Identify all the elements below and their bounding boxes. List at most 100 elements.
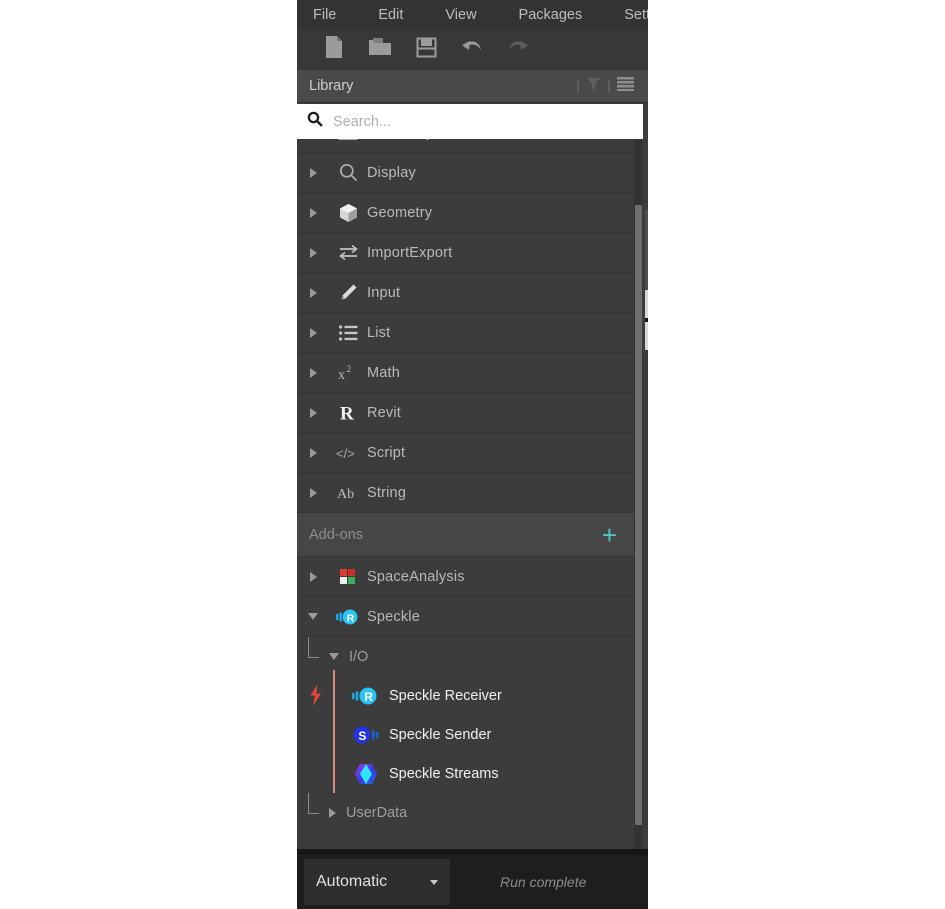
expand-arrow-icon[interactable] bbox=[297, 327, 329, 338]
expand-arrow-icon[interactable] bbox=[297, 487, 329, 498]
workspace-node-port-sliver bbox=[645, 318, 648, 322]
expand-arrow-icon[interactable] bbox=[297, 447, 329, 458]
library-category-label: Math bbox=[367, 364, 401, 381]
speckle-group-label: UserData bbox=[346, 804, 408, 821]
library-package-speckle[interactable]: R Speckle bbox=[297, 597, 637, 637]
script-icon: </> bbox=[329, 445, 367, 461]
library-package-label: Speckle bbox=[367, 608, 420, 625]
addons-label: Add-ons bbox=[309, 526, 364, 543]
menu-item-settings[interactable]: Settings bbox=[624, 7, 648, 23]
workspace-sliver bbox=[645, 210, 648, 300]
library-category-label: List bbox=[367, 324, 391, 341]
expand-arrow-icon[interactable] bbox=[297, 407, 329, 418]
library-category-string[interactable]: Ab String bbox=[297, 473, 637, 513]
library-category-geometry[interactable]: Geometry bbox=[297, 193, 637, 233]
divider bbox=[577, 79, 579, 93]
expand-arrow-icon[interactable] bbox=[297, 287, 329, 298]
library-category-label: Dictionary bbox=[367, 139, 433, 141]
expand-arrow-icon[interactable] bbox=[297, 247, 329, 258]
svg-text:R: R bbox=[347, 612, 355, 624]
status-bar: Automatic Run complete bbox=[297, 855, 648, 909]
library-category-display[interactable]: Display bbox=[297, 153, 637, 193]
library-category-list[interactable]: List bbox=[297, 313, 637, 353]
svg-text:R: R bbox=[364, 689, 373, 703]
library-category-script[interactable]: </> Script bbox=[297, 433, 637, 473]
undo-button[interactable] bbox=[449, 35, 495, 65]
open-file-button[interactable] bbox=[357, 35, 403, 65]
tree-bracket bbox=[308, 637, 319, 658]
library-category-label: Geometry bbox=[367, 204, 433, 221]
library-category-dictionary[interactable]: Dictionary bbox=[297, 139, 637, 153]
svg-text:2: 2 bbox=[347, 364, 352, 374]
redo-button[interactable] bbox=[495, 35, 541, 65]
chevron-down-icon[interactable] bbox=[430, 879, 438, 885]
expand-arrow-icon[interactable] bbox=[297, 367, 329, 378]
library-category-label: Revit bbox=[367, 404, 402, 421]
menu-item-packages[interactable]: Packages bbox=[519, 7, 583, 23]
node-speckle-sender[interactable]: S Speckle Sender bbox=[297, 709, 637, 754]
library-scrollbar-thumb[interactable] bbox=[635, 205, 642, 825]
svg-text:R: R bbox=[340, 403, 354, 423]
expand-arrow-icon[interactable] bbox=[297, 167, 329, 178]
spaceanalysis-icon bbox=[329, 568, 367, 586]
filter-icon[interactable] bbox=[586, 77, 601, 96]
geometry-icon bbox=[329, 203, 367, 223]
library-category-revit[interactable]: R Revit bbox=[297, 393, 637, 433]
library-category-label: Input bbox=[367, 284, 401, 301]
list-icon bbox=[329, 324, 367, 341]
lightning-bolt-icon bbox=[309, 684, 323, 706]
list-view-icon[interactable] bbox=[617, 76, 634, 96]
expand-arrow-icon[interactable] bbox=[329, 807, 336, 818]
add-package-button[interactable]: + bbox=[602, 522, 617, 548]
node-speckle-receiver[interactable]: R Speckle Receiver bbox=[297, 670, 637, 715]
save-file-button[interactable] bbox=[403, 35, 449, 65]
display-icon bbox=[329, 163, 367, 182]
new-file-icon bbox=[324, 35, 344, 64]
new-file-button[interactable] bbox=[311, 35, 357, 65]
menu-bar: File Edit View Packages Settings bbox=[297, 0, 648, 29]
menu-item-edit[interactable]: Edit bbox=[378, 7, 403, 23]
math-icon: x 2 bbox=[329, 364, 367, 382]
node-speckle-streams[interactable]: Speckle Streams bbox=[297, 748, 637, 793]
speckle-streams-icon bbox=[351, 762, 381, 786]
run-status-text: Run complete bbox=[500, 874, 587, 890]
speckle-group-userdata[interactable]: UserData bbox=[297, 793, 637, 832]
library-category-importexport[interactable]: ImportExport bbox=[297, 233, 637, 273]
speckle-sender-icon: S bbox=[351, 725, 381, 745]
collapse-arrow-icon[interactable] bbox=[297, 613, 329, 620]
tree-bracket bbox=[308, 793, 319, 814]
run-mode-dropdown[interactable]: Automatic bbox=[304, 859, 450, 905]
addons-section-header: Add-ons + bbox=[297, 513, 637, 557]
library-category-input[interactable]: Input bbox=[297, 273, 637, 313]
library-category-label: String bbox=[367, 484, 407, 501]
node-label: Speckle Receiver bbox=[389, 687, 502, 704]
toolbar bbox=[297, 29, 648, 70]
tree-vertical-line bbox=[333, 748, 335, 793]
importexport-icon bbox=[329, 244, 367, 261]
string-icon: Ab bbox=[329, 484, 367, 501]
dictionary-icon bbox=[329, 139, 367, 140]
svg-text:Ab: Ab bbox=[337, 487, 354, 501]
dynamo-window: File Edit View Packages Settings bbox=[297, 0, 648, 909]
expand-arrow-icon[interactable] bbox=[297, 571, 329, 582]
speckle-group-io[interactable]: I/O bbox=[297, 637, 637, 676]
library-category-math[interactable]: x 2 Math bbox=[297, 353, 637, 393]
input-icon bbox=[329, 283, 367, 302]
svg-text:</>: </> bbox=[336, 446, 355, 461]
library-category-label: Display bbox=[367, 164, 416, 181]
redo-icon bbox=[506, 37, 530, 62]
menu-item-view[interactable]: View bbox=[445, 7, 476, 23]
collapse-arrow-icon[interactable] bbox=[329, 653, 339, 660]
speckle-icon: R bbox=[329, 608, 367, 626]
svg-text:S: S bbox=[358, 728, 366, 742]
library-category-label: Script bbox=[367, 444, 406, 461]
search-input[interactable] bbox=[333, 113, 613, 130]
open-file-icon bbox=[368, 36, 392, 63]
library-header-icons bbox=[573, 76, 634, 96]
speckle-receiver-icon: R bbox=[351, 686, 381, 706]
library-search-bar[interactable] bbox=[297, 104, 643, 139]
menu-item-file[interactable]: File bbox=[313, 7, 336, 23]
expand-arrow-icon[interactable] bbox=[297, 207, 329, 218]
library-package-spaceanalysis[interactable]: SpaceAnalysis bbox=[297, 557, 637, 597]
library-category-label: ImportExport bbox=[367, 244, 453, 261]
